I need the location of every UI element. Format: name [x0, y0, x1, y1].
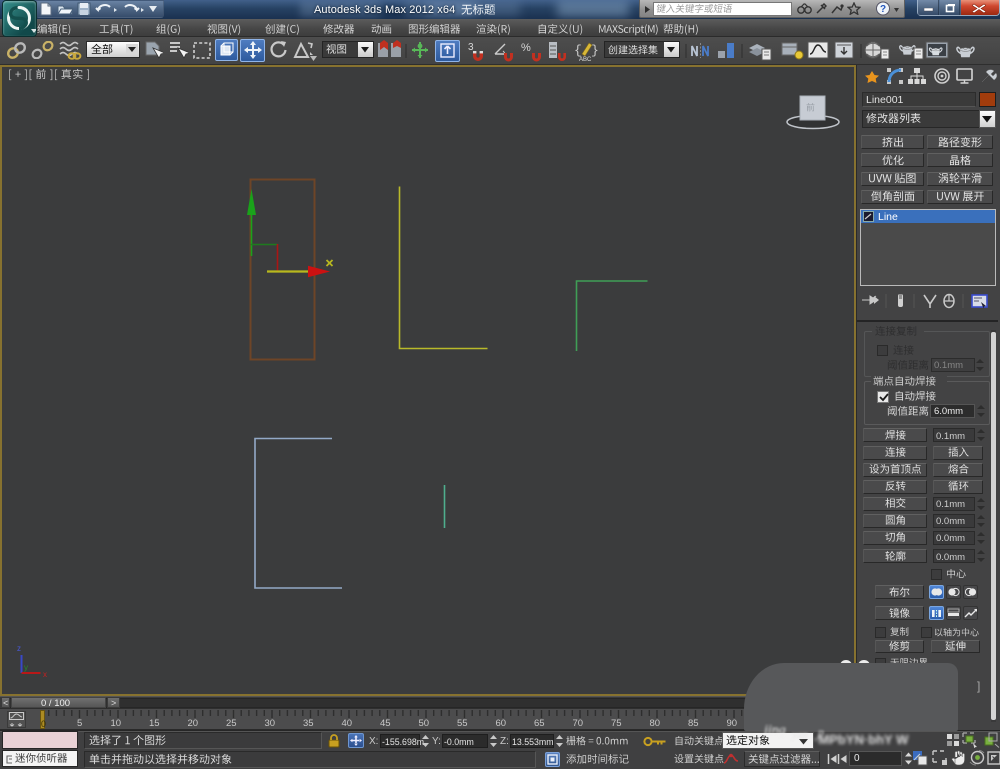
svg-text:z: z: [17, 644, 21, 653]
svg-text:ABC: ABC: [579, 57, 592, 62]
svg-text:·MPbYN·bhY W: ·MPbYN·bhY W: [814, 732, 909, 747]
svg-text:jing: jing: [762, 723, 786, 738]
svg-text:?: ?: [880, 4, 886, 15]
svg-text:{: {: [574, 43, 582, 58]
svg-text:y: y: [24, 663, 28, 672]
svg-text:%: %: [521, 42, 531, 54]
svg-text:x: x: [43, 670, 47, 679]
svg-text:yan: yan: [791, 729, 808, 741]
